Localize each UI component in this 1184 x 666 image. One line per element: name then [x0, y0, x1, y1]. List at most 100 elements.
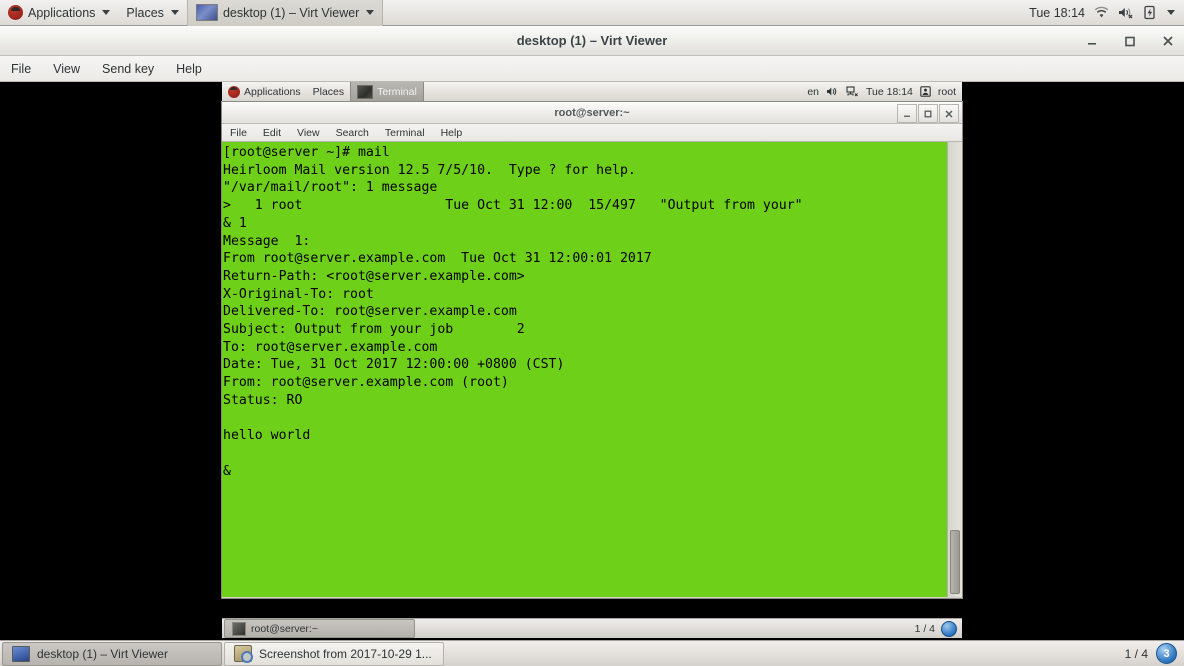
guest-workspace-count: 1 / 4 [914, 622, 935, 635]
terminal-line: To: root@server.example.com [223, 339, 438, 355]
terminal-line: "/var/mail/root": 1 message [223, 180, 438, 196]
virt-viewer-window-controls [1084, 26, 1176, 56]
host-taskbar-item-label: Screenshot from 2017-10-29 1... [259, 646, 432, 661]
host-workspace-badge[interactable]: 3 [1156, 643, 1177, 664]
guest-window-list-terminal[interactable]: Terminal [350, 81, 424, 102]
network-icon[interactable] [846, 86, 859, 97]
terminal-menu-help[interactable]: Help [433, 124, 471, 142]
host-active-window-label: desktop (1) – Virt Viewer [222, 5, 360, 20]
guest-top-panel: Applications Places Terminal en Tue 18:1… [222, 81, 962, 102]
guest-keyboard-layout[interactable]: en [807, 86, 819, 98]
terminal-line: From root@server.example.com Tue Oct 31 … [223, 251, 652, 267]
terminal-line: Heirloom Mail version 12.5 7/5/10. Type … [223, 162, 636, 178]
menu-help[interactable]: Help [165, 56, 213, 82]
terminal-window-icon [232, 621, 246, 636]
guest-workspace-switcher: 1 / 4 [914, 620, 962, 637]
host-taskbar: desktop (1) – Virt Viewer Screenshot fro… [0, 640, 1184, 666]
guest-panel-tray: en Tue 18:14 root [807, 82, 962, 102]
terminal-line: & 1 [223, 215, 247, 231]
terminal-line: Return-Path: <root@server.example.com> [223, 268, 525, 284]
chevron-down-icon[interactable] [1167, 10, 1175, 15]
host-workspace-switcher: 1 / 4 3 [1125, 643, 1184, 664]
window-thumbnail-icon [195, 4, 218, 21]
terminal-scrollbar[interactable] [947, 142, 962, 597]
terminal-titlebar[interactable]: root@server:~ [222, 102, 962, 124]
screen-root: Applications Places desktop (1) – Virt V… [0, 0, 1184, 666]
virt-viewer-menubar: File View Send key Help [0, 56, 1184, 82]
battery-icon[interactable] [1144, 5, 1156, 20]
wifi-icon[interactable] [1094, 6, 1109, 19]
terminal-line: [root@server ~]# mail [223, 145, 390, 160]
minimize-icon[interactable] [1084, 33, 1100, 49]
guest-workspace-badge[interactable] [941, 620, 957, 637]
guest-places-menu[interactable]: Places [307, 82, 351, 102]
terminal-line: Delivered-To: root@server.example.com [223, 304, 517, 320]
host-applications-menu[interactable]: Applications [0, 0, 118, 26]
terminal-line: Date: Tue, 31 Oct 2017 12:00:00 +0800 (C… [223, 357, 565, 373]
terminal-line: Status: RO [223, 392, 303, 408]
terminal-window: root@server:~ File Edit View Search Term… [222, 102, 962, 598]
fedora-logo-icon [228, 85, 240, 98]
user-icon[interactable] [920, 86, 931, 97]
terminal-menu-search[interactable]: Search [328, 124, 377, 142]
virt-viewer-title: desktop (1) – Virt Viewer [516, 33, 668, 48]
host-places-menu[interactable]: Places [118, 0, 187, 26]
host-taskbar-item-virt-viewer[interactable]: desktop (1) – Virt Viewer [2, 641, 222, 666]
screenshot-icon [234, 645, 253, 663]
fedora-logo-icon [8, 5, 23, 20]
terminal-menubar: File Edit View Search Terminal Help [222, 124, 962, 142]
guest-desktop: Applications Places Terminal en Tue 18:1… [222, 81, 962, 638]
host-panel-tray: Tue 18:14 [1029, 0, 1184, 26]
terminal-line: & [223, 463, 231, 479]
menu-send-key[interactable]: Send key [91, 56, 165, 82]
terminal-menu-file[interactable]: File [222, 124, 255, 142]
terminal-screen-wrapper: [root@server ~]# mail Heirloom Mail versi… [222, 142, 962, 597]
terminal-line: hello world [223, 428, 311, 444]
terminal-window-controls [897, 104, 959, 123]
terminal-line: From: root@server.example.com (root) [223, 375, 509, 391]
host-active-window-menu[interactable]: desktop (1) – Virt Viewer [186, 0, 384, 26]
guest-applications-label: Applications [244, 85, 301, 98]
virt-viewer-titlebar[interactable]: desktop (1) – Virt Viewer [0, 26, 1184, 56]
guest-bottom-panel: root@server:~ 1 / 4 [222, 618, 962, 638]
terminal-line: > 1 root Tue Oct 31 12:00 15/497 "Output… [223, 198, 803, 214]
terminal-scrollbar-thumb[interactable] [950, 530, 960, 594]
chevron-down-icon [102, 10, 111, 15]
guest-taskbar-item-terminal[interactable]: root@server:~ [224, 619, 415, 638]
guest-user-label[interactable]: root [938, 86, 956, 98]
terminal-menu-view[interactable]: View [289, 124, 328, 142]
chevron-down-icon [366, 10, 375, 15]
close-icon[interactable] [939, 104, 959, 123]
terminal-line: X-Original-To: root [223, 286, 374, 302]
maximize-icon[interactable] [1122, 33, 1138, 49]
menu-view[interactable]: View [42, 56, 91, 82]
terminal-line: Subject: Output from your job 2 [223, 322, 525, 338]
guest-places-label: Places [312, 85, 345, 98]
host-taskbar-item-screenshot[interactable]: Screenshot from 2017-10-29 1... [224, 641, 444, 666]
speaker-muted-icon[interactable] [1118, 6, 1135, 19]
host-workspace-count: 1 / 4 [1124, 646, 1148, 661]
speaker-icon[interactable] [826, 86, 839, 97]
virt-viewer-canvas[interactable]: Applications Places Terminal en Tue 18:1… [0, 81, 1184, 638]
maximize-icon[interactable] [918, 104, 938, 123]
terminal-title: root@server:~ [554, 106, 630, 119]
guest-clock[interactable]: Tue 18:14 [866, 86, 913, 98]
host-clock[interactable]: Tue 18:14 [1029, 6, 1085, 20]
guest-taskbar-item-label: root@server:~ [251, 622, 318, 635]
close-icon[interactable] [1160, 33, 1176, 49]
terminal-menu-edit[interactable]: Edit [255, 124, 289, 142]
menu-file[interactable]: File [0, 56, 42, 82]
minimize-icon[interactable] [897, 104, 917, 123]
guest-active-app-label: Terminal [377, 85, 417, 98]
terminal-screen[interactable]: [root@server ~]# mail Heirloom Mail versi… [222, 142, 947, 597]
terminal-line: Message 1: [223, 233, 311, 249]
host-taskbar-item-label: desktop (1) – Virt Viewer [37, 646, 168, 661]
guest-applications-menu[interactable]: Applications [222, 82, 307, 102]
host-top-panel: Applications Places desktop (1) – Virt V… [0, 0, 1184, 26]
host-applications-label: Applications [28, 5, 96, 20]
virt-viewer-window: desktop (1) – Virt Viewer File View Send… [0, 26, 1184, 640]
terminal-menu-terminal[interactable]: Terminal [377, 124, 433, 142]
monitor-icon [12, 645, 30, 662]
